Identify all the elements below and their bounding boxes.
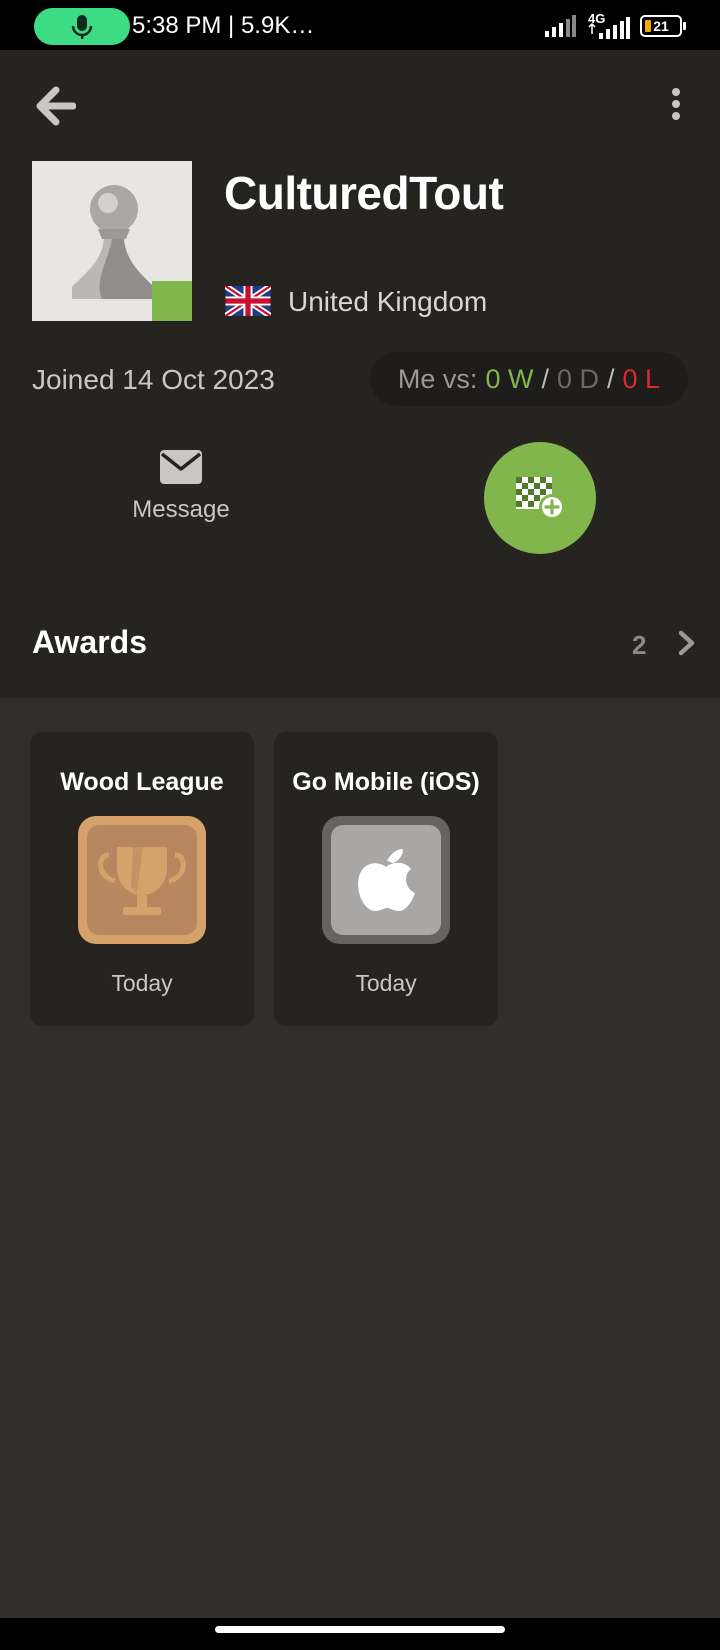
record-losses: 0 L (622, 363, 661, 394)
award-title: Wood League (60, 768, 224, 796)
record-separator: / (607, 363, 615, 394)
envelope-icon (160, 450, 202, 484)
message-button[interactable]: Message (116, 450, 246, 550)
award-card[interactable]: Wood League Today (30, 732, 254, 1026)
award-date: Today (111, 970, 173, 996)
challenge-board-plus-icon (516, 477, 564, 519)
status-bar: 5:38 PM | 5.9K… 4G 21 (0, 0, 720, 50)
awards-count[interactable]: 2 (632, 630, 646, 661)
online-status-indicator (152, 281, 192, 321)
record-separator: / (541, 363, 549, 394)
awards-heading: Awards (32, 624, 148, 660)
apple-icon (358, 849, 415, 911)
home-indicator[interactable] (215, 1626, 505, 1633)
message-label: Message (132, 496, 230, 523)
joined-date: Joined 14 Oct 2023 (32, 364, 275, 395)
uk-flag-icon (225, 286, 271, 316)
mic-indicator (34, 8, 130, 45)
battery-level: 21 (653, 18, 669, 34)
award-date: Today (355, 970, 417, 996)
challenge-button[interactable] (484, 442, 596, 554)
head-to-head-record: Me vs: 0 W / 0 D / 0 L (370, 352, 688, 406)
profile-header: CulturedTout United Kingdom Joined 14 Oc… (0, 50, 720, 698)
status-icons: 4G 21 (544, 11, 686, 40)
trophy-icon (98, 847, 186, 915)
more-vertical-icon (672, 88, 680, 120)
signal-4g-icon: 4G (586, 11, 630, 39)
avatar[interactable] (32, 161, 192, 321)
record-wins: 0 W (485, 363, 534, 394)
award-card[interactable]: Go Mobile (iOS) Today (274, 732, 498, 1026)
go-mobile-ios-badge (322, 816, 450, 944)
back-arrow-icon (36, 86, 77, 126)
record-label: Me vs: (397, 363, 478, 394)
mic-icon (71, 15, 93, 39)
signal-icon (545, 15, 576, 37)
chevron-right-icon[interactable] (678, 630, 696, 656)
back-button[interactable] (36, 86, 77, 126)
wood-league-badge (78, 816, 206, 944)
status-time: 5:38 PM | 5.9K… (132, 12, 315, 39)
award-title: Go Mobile (iOS) (292, 768, 480, 796)
battery-icon: 21 (640, 15, 686, 37)
username: CulturedTout (224, 167, 504, 219)
more-options-button[interactable] (668, 86, 684, 126)
country-name: United Kingdom (288, 286, 488, 317)
record-draws: 0 D (556, 363, 599, 394)
system-nav-bar (0, 1618, 720, 1650)
